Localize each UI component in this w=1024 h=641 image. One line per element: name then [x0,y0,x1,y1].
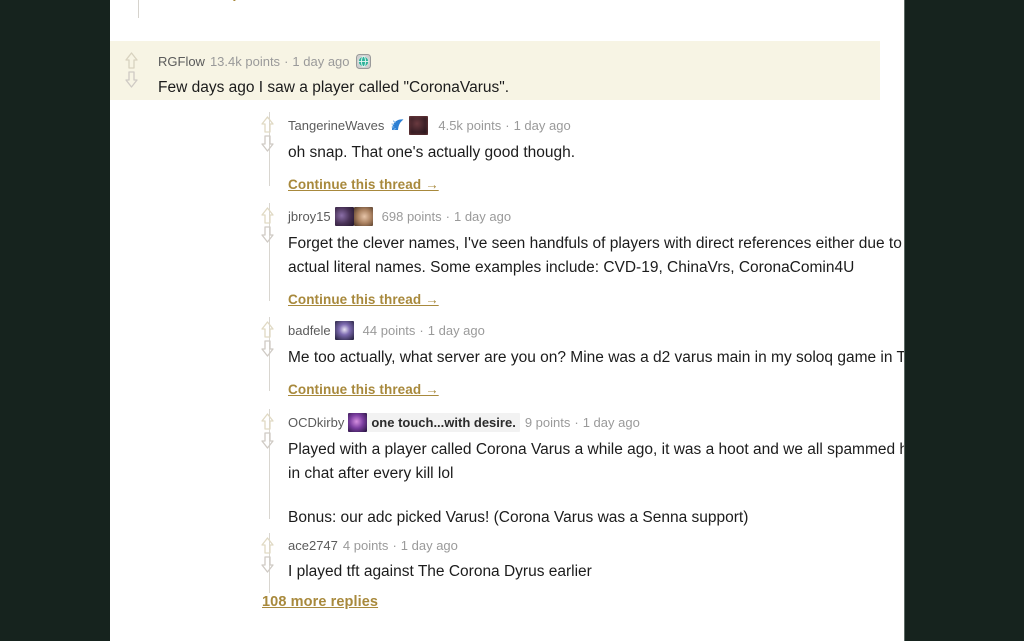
comment-content: OCDkirby one touch...with desire. 9 poin… [288,413,905,530]
vote-controls[interactable] [256,412,278,450]
author-flair-text: one touch...with desire. [371,415,516,430]
downvote-icon[interactable] [260,339,275,358]
comment-author[interactable]: RGFlow [158,53,205,70]
silver-award-icon[interactable] [355,53,372,70]
varus-avatar-icon [409,116,429,135]
comment-header: RGFlow 13.4k points · 1 day ago [158,53,509,70]
comment-header: TangerineWaves 4.5k points · 1 day ago [288,116,904,135]
comment-paragraph: Forget the clever names, I've seen handf… [288,235,905,276]
comment-author[interactable]: badfele [288,322,331,339]
cat-avatar-icon [334,207,354,226]
highlighted-comment-content: RGFlow 13.4k points · 1 day ago Few days… [158,53,509,100]
author-flair-icons[interactable] [388,116,429,135]
dog-avatar-icon [353,207,373,226]
comment-paragraph: I played tft against The Corona Dyrus ea… [288,563,592,580]
meta-separator: · [392,538,397,553]
comment-author[interactable]: OCDkirby [288,414,344,431]
comment-content: ace2747 4 points · 1 day ago I played tf… [288,537,904,584]
upvote-icon[interactable] [260,536,275,555]
team-swirl-icon [388,116,409,135]
comment-timestamp: 1 day ago [400,538,458,553]
comment-content: badfele 44 points · 1 day ago Me too act… [288,321,905,399]
downvote-icon[interactable] [124,70,139,89]
star-avatar-icon [334,321,354,340]
meta-separator: · [505,118,510,133]
upvote-icon[interactable] [260,206,275,225]
comment-author[interactable]: jbroy15 [288,208,331,225]
meta-separator: · [284,54,289,69]
comment-paragraph: Played with a player called Corona Varus… [288,441,905,482]
comment-points: 4.5k points [438,118,502,133]
comment-timestamp: 1 day ago [453,209,512,224]
comment-points: 44 points [362,323,416,338]
author-flair[interactable]: one touch...with desire. [348,413,520,432]
meta-separator: · [445,209,450,224]
comment-points: 698 points [381,209,442,224]
vote-controls[interactable] [256,320,278,358]
comment-points: 13.4k points [209,54,281,69]
more-replies-row-top: 20 more replies [110,0,904,18]
kirby-avatar-icon [348,413,368,432]
comment-body: Me too actually, what server are you on?… [288,346,905,370]
page-root: 20 more replies RGFlow 13.4 [0,0,1024,641]
comment-author[interactable]: TangerineWaves [288,117,384,134]
comment-paragraph: Me too actually, what server are you on?… [288,349,905,366]
downvote-icon[interactable] [260,555,275,574]
vote-controls-highlighted[interactable] [120,51,142,89]
thread-line [138,0,139,18]
comment-column: 20 more replies RGFlow 13.4 [110,0,905,641]
comment-content: jbroy15 698 points · 1 day ago Forget th… [288,207,905,309]
downvote-icon[interactable] [260,431,275,450]
comment-header: OCDkirby one touch...with desire. 9 poin… [288,413,904,432]
continue-thread-link[interactable]: Continue this thread → [288,177,439,192]
comment-header: ace2747 4 points · 1 day ago [288,537,904,554]
continue-thread-link[interactable]: Continue this thread → [288,382,439,397]
downvote-icon[interactable] [260,134,275,153]
comment-timestamp: 1 day ago [582,415,640,430]
comment-body: Played with a player called Corona Varus… [288,438,905,530]
upvote-icon[interactable] [260,320,275,339]
highlighted-comment: RGFlow 13.4k points · 1 day ago Few days… [110,41,880,100]
author-flair-icons[interactable] [334,321,354,340]
more-replies-link-bottom[interactable]: 108 more replies [262,594,378,610]
comment-body: Few days ago I saw a player called "Coro… [158,76,509,100]
comment-timestamp: 1 day ago [513,118,571,133]
upvote-icon[interactable] [260,115,275,134]
downvote-icon[interactable] [260,225,275,244]
comment-content: TangerineWaves 4.5k points · 1 day ago o… [288,116,904,194]
comment-author[interactable]: ace2747 [288,537,338,554]
comment-paragraph: Bonus: our adc picked Varus! (Corona Var… [288,509,749,526]
vote-controls[interactable] [256,206,278,244]
author-flair-icons[interactable] [334,207,373,226]
more-replies-link-top[interactable]: 20 more replies [158,0,266,2]
comment-paragraph: oh snap. That one's actually good though… [288,144,576,161]
upvote-icon[interactable] [124,51,139,70]
vote-controls[interactable] [256,115,278,153]
vote-controls[interactable] [256,536,278,574]
comment-points: 9 points [524,415,571,430]
comment-timestamp: 1 day ago [292,54,350,69]
comment-body: Forget the clever names, I've seen handf… [288,232,905,280]
upvote-icon[interactable] [260,412,275,431]
comment-header: jbroy15 698 points · 1 day ago [288,207,904,226]
comment-points: 4 points [342,538,389,553]
comment-body: I played tft against The Corona Dyrus ea… [288,560,904,584]
meta-separator: · [419,323,424,338]
comment-body: oh snap. That one's actually good though… [288,141,904,165]
continue-thread-link[interactable]: Continue this thread → [288,292,439,307]
comment-timestamp: 1 day ago [427,323,485,338]
comment-paragraph: Few days ago I saw a player called "Coro… [158,79,510,96]
meta-separator: · [574,415,579,430]
comment-header: badfele 44 points · 1 day ago [288,321,904,340]
